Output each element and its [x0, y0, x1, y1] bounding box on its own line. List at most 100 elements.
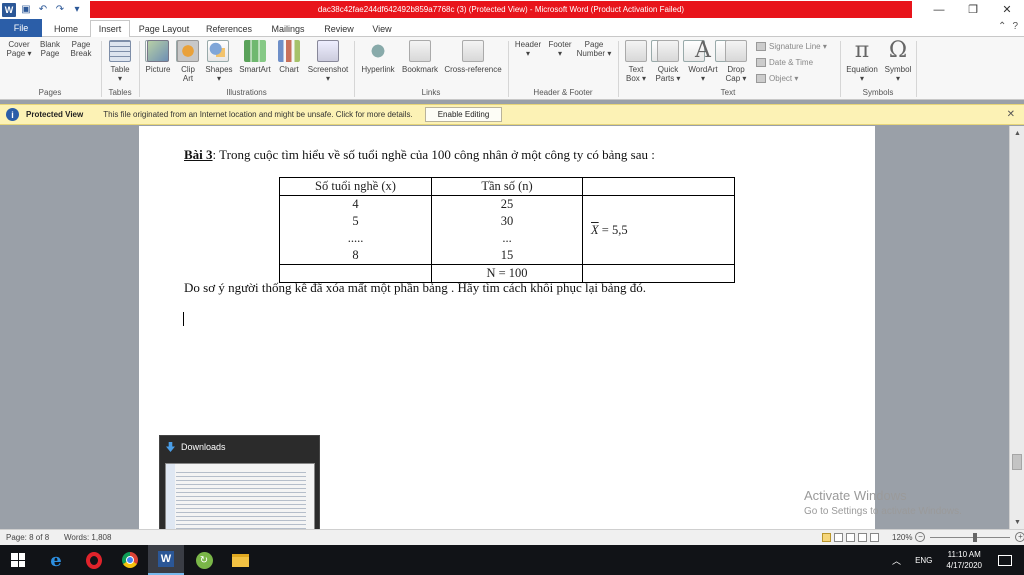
screenshot-button[interactable]: Screenshot ▾	[305, 40, 351, 83]
print-layout-icon[interactable]	[822, 533, 831, 542]
equation-button[interactable]: π Equation ▾	[844, 38, 880, 84]
draft-icon[interactable]	[870, 533, 879, 542]
cross-reference-button[interactable]: Cross-reference	[442, 40, 504, 74]
tab-review[interactable]: Review	[318, 20, 360, 37]
scroll-thumb[interactable]	[1012, 454, 1022, 470]
minimize-ribbon-icon[interactable]: ⌃	[998, 21, 1006, 32]
tab-view[interactable]: View	[364, 20, 400, 37]
action-center-icon[interactable]	[998, 554, 1012, 566]
cross-reference-icon	[462, 40, 484, 62]
footer-button[interactable]: Footer ▾	[544, 40, 705, 62]
table-icon	[109, 40, 131, 62]
page-count[interactable]: Page: 8 of 8	[6, 533, 49, 542]
tab-mailings[interactable]: Mailings	[264, 20, 312, 37]
group-label-header-footer: Header & Footer	[533, 88, 593, 97]
cover-page-button[interactable]: Cover Page ▾	[6, 40, 167, 62]
close-icon[interactable]: ✕	[1007, 109, 1015, 120]
chart-button[interactable]: Chart	[276, 40, 302, 74]
file-explorer-icon[interactable]	[222, 545, 258, 575]
page-break-button[interactable]: Page Break	[68, 40, 229, 62]
zoom-in-icon[interactable]: +	[1015, 532, 1024, 542]
customize-qat-icon[interactable]: ▾	[70, 3, 84, 17]
hyperlink-button[interactable]: Hyperlink	[358, 40, 398, 74]
windows-taskbar: e W ↻ ︿ ENG 11:10 AM 4/17/2020	[0, 545, 1024, 575]
full-screen-reading-icon[interactable]	[834, 533, 843, 542]
zoom-slider[interactable]	[930, 532, 1011, 542]
chrome-icon[interactable]	[112, 545, 148, 575]
object-button[interactable]: Object ▾	[756, 74, 798, 83]
word-count[interactable]: Words: 1,808	[64, 533, 111, 542]
signature-line-button[interactable]: Signature Line ▾	[756, 42, 827, 51]
tab-home[interactable]: Home	[46, 20, 86, 37]
web-layout-icon[interactable]	[846, 533, 855, 542]
quick-access-toolbar: W ▣ ↶ ↷ ▾	[2, 2, 84, 17]
restore-button[interactable]: ❐	[956, 0, 990, 19]
bookmark-icon	[409, 40, 431, 62]
page-number-button[interactable]: Page Number ▾	[576, 40, 737, 62]
tab-page-layout[interactable]: Page Layout	[134, 20, 194, 37]
redo-icon[interactable]: ↷	[53, 3, 67, 17]
clip-art-icon	[177, 40, 199, 62]
close-button[interactable]: ✕	[990, 0, 1024, 19]
table-button[interactable]: Table ▾	[106, 40, 134, 83]
bookmark-button[interactable]: Bookmark	[400, 40, 440, 74]
info-shield-icon: i	[6, 108, 19, 121]
show-hidden-icons-icon[interactable]: ︿	[892, 554, 901, 567]
group-label-links: Links	[421, 88, 441, 97]
date-time-button[interactable]: Date & Time	[756, 58, 813, 67]
tab-references[interactable]: References	[200, 20, 258, 37]
exercise-question: Do sơ ý người thống kê đã xóa mất một ph…	[184, 280, 646, 295]
object-icon	[756, 74, 766, 83]
minimize-button[interactable]: —	[922, 0, 956, 19]
window-controls: — ❐ ✕	[922, 0, 1024, 19]
table-cell-mean: X = 5,5	[582, 195, 735, 265]
group-label-symbols: Symbols	[862, 88, 894, 97]
word-taskbar-icon[interactable]: W	[148, 545, 184, 575]
quick-parts-button[interactable]: Quick Parts ▾	[652, 40, 684, 83]
opera-icon[interactable]	[76, 545, 112, 575]
drop-cap-button[interactable]: Drop Cap ▾	[722, 40, 750, 83]
shapes-button[interactable]: Shapes ▾	[204, 40, 234, 83]
clock[interactable]: 11:10 AM 4/17/2020	[946, 549, 982, 571]
enable-editing-button[interactable]: Enable Editing	[424, 107, 503, 122]
text-box-button[interactable]: Text Box ▾	[622, 40, 650, 83]
save-icon[interactable]: ▣	[19, 3, 33, 17]
group-label-pages: Pages	[38, 88, 62, 97]
table-cell-x-values: 4 5 ..... 8	[279, 195, 432, 265]
exercise-label: Bài 3	[184, 147, 213, 162]
shapes-icon	[208, 40, 230, 62]
windows-start-icon[interactable]	[0, 545, 36, 575]
blank-page-button[interactable]: Blank Page	[37, 40, 198, 62]
picture-button[interactable]: Picture	[143, 40, 173, 74]
scroll-up-icon[interactable]: ▲	[1010, 126, 1024, 140]
tab-file[interactable]: File	[0, 19, 42, 37]
system-tray: ︿ ENG 11:10 AM 4/17/2020	[892, 545, 1024, 575]
wordart-button[interactable]: A WordArt ▾	[686, 38, 720, 84]
ribbon-tabs: File Home Insert Page Layout References …	[0, 19, 1024, 38]
symbol-button[interactable]: Ω Symbol ▾	[882, 40, 914, 84]
zoom-level[interactable]: 120%	[892, 533, 912, 542]
date-time-icon	[756, 58, 766, 67]
clip-art-button[interactable]: Clip Art	[177, 40, 199, 83]
wordart-icon: A	[695, 38, 711, 63]
title-bar: W ▣ ↶ ↷ ▾ dac38c42fae244df642492b859a776…	[0, 0, 1024, 19]
word-icon[interactable]: W	[2, 2, 16, 17]
zoom-out-icon[interactable]: −	[915, 532, 926, 542]
vertical-scrollbar[interactable]: ▲ ▼	[1009, 126, 1024, 529]
help-icon[interactable]: ?	[1012, 21, 1018, 32]
scroll-down-icon[interactable]: ▼	[1010, 515, 1024, 529]
protected-view-message[interactable]: This file originated from an Internet lo…	[103, 110, 413, 119]
undo-icon[interactable]: ↶	[36, 3, 50, 17]
header-button[interactable]: Header ▾	[512, 40, 673, 62]
tab-insert[interactable]: Insert	[90, 20, 130, 38]
input-language[interactable]: ENG	[915, 556, 932, 565]
edge-icon[interactable]: e	[38, 545, 74, 575]
zoom-control: 120% − +	[892, 532, 1024, 542]
pi-icon: π	[854, 38, 870, 63]
mean-value: = 5,5	[598, 222, 628, 237]
thumbnail-title: Downloads	[181, 442, 226, 452]
smartart-button[interactable]: SmartArt	[237, 40, 273, 74]
green-app-icon[interactable]: ↻	[186, 545, 222, 575]
table-header-x: Số tuổi nghề (x)	[279, 177, 432, 196]
outline-icon[interactable]	[858, 533, 867, 542]
